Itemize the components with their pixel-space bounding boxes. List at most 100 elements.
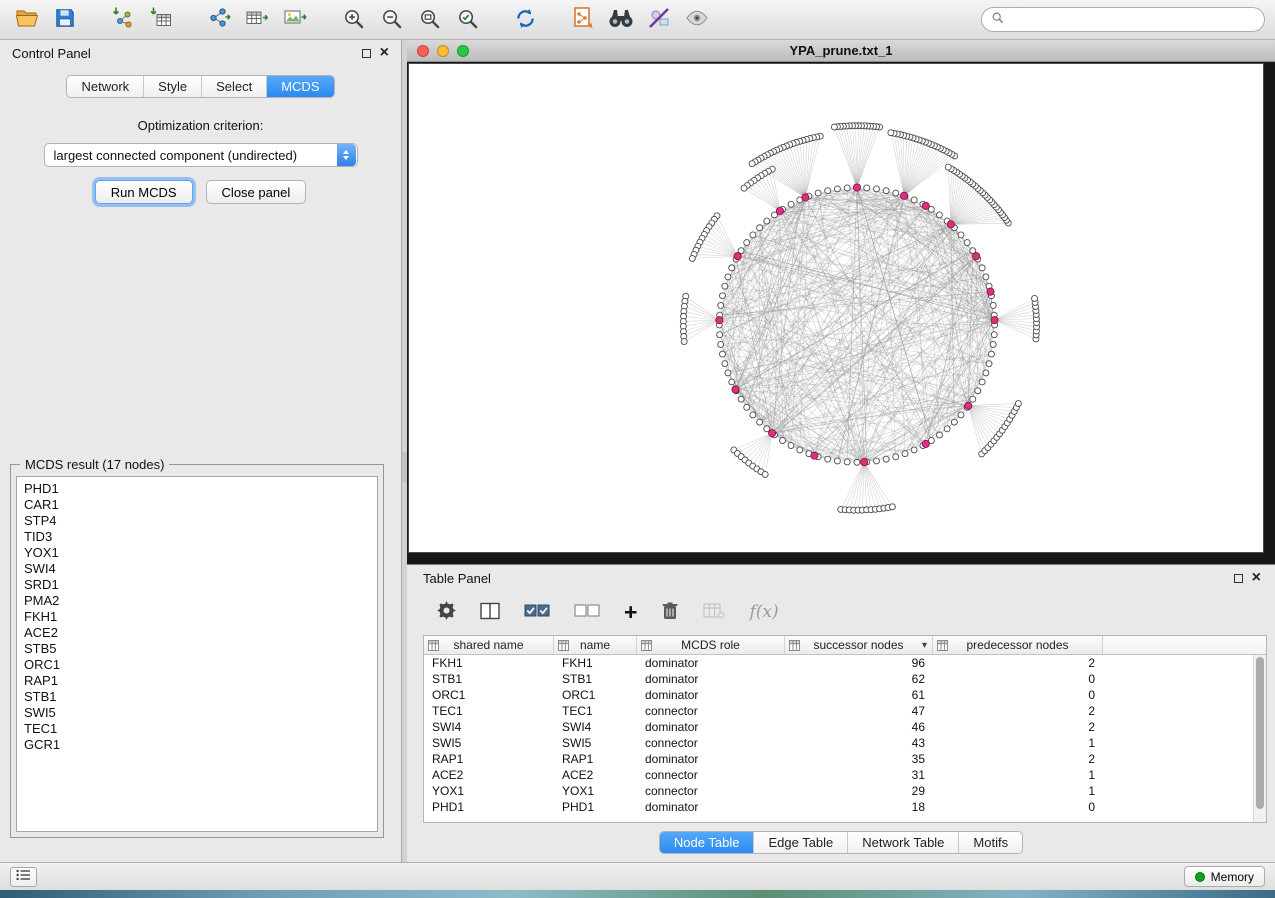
network-hub-node[interactable] bbox=[922, 202, 929, 209]
network-hub-node[interactable] bbox=[732, 386, 739, 393]
network-node[interactable] bbox=[815, 190, 821, 196]
network-node[interactable] bbox=[749, 161, 755, 167]
network-node[interactable] bbox=[788, 201, 794, 207]
network-node[interactable] bbox=[744, 240, 750, 246]
network-node[interactable] bbox=[911, 447, 917, 453]
tab-edge-table[interactable]: Edge Table bbox=[754, 832, 848, 853]
network-node[interactable] bbox=[722, 361, 728, 367]
mcds-result-item[interactable]: STP4 bbox=[24, 513, 377, 529]
network-node[interactable] bbox=[729, 379, 735, 385]
network-hub-node[interactable] bbox=[776, 207, 783, 214]
network-node[interactable] bbox=[725, 370, 731, 376]
mcds-result-item[interactable]: SRD1 bbox=[24, 577, 377, 593]
zoom-selected-button[interactable] bbox=[450, 5, 484, 35]
table-row[interactable]: STB1STB1dominator620 bbox=[424, 671, 1266, 687]
column-header-successor-nodes[interactable]: successor nodes▾ bbox=[785, 636, 933, 654]
close-panel-icon[interactable]: × bbox=[380, 47, 389, 59]
optimization-criterion-select[interactable]: largest connected component (undirected) bbox=[44, 143, 358, 167]
network-node[interactable] bbox=[825, 456, 831, 462]
column-header-shared-name[interactable]: shared name bbox=[424, 636, 554, 654]
network-hub-node[interactable] bbox=[861, 459, 868, 466]
network-hub-node[interactable] bbox=[853, 184, 860, 191]
mcds-result-item[interactable]: SWI4 bbox=[24, 561, 377, 577]
find-button[interactable] bbox=[604, 5, 638, 35]
network-node[interactable] bbox=[719, 351, 725, 357]
network-node[interactable] bbox=[741, 185, 747, 191]
network-node[interactable] bbox=[902, 451, 908, 457]
network-node[interactable] bbox=[844, 459, 850, 465]
tab-mcds[interactable]: MCDS bbox=[267, 76, 333, 97]
network-node[interactable] bbox=[825, 188, 831, 194]
table-row[interactable]: PHD1PHD1dominator180 bbox=[424, 799, 1266, 815]
add-row-button[interactable]: + bbox=[624, 602, 637, 622]
network-node[interactable] bbox=[762, 471, 768, 477]
network-node[interactable] bbox=[744, 404, 750, 410]
network-node[interactable] bbox=[911, 197, 917, 203]
open-file-button[interactable] bbox=[10, 5, 44, 35]
mcds-result-item[interactable]: TID3 bbox=[24, 529, 377, 545]
network-node[interactable] bbox=[750, 412, 756, 418]
function-builder-button[interactable]: f(x) bbox=[749, 602, 778, 622]
network-node[interactable] bbox=[797, 447, 803, 453]
mcds-result-item[interactable]: ORC1 bbox=[24, 657, 377, 673]
network-hub-node[interactable] bbox=[973, 253, 980, 260]
network-node[interactable] bbox=[1032, 295, 1038, 301]
table-row[interactable]: RAP1RAP1dominator352 bbox=[424, 751, 1266, 767]
network-hub-node[interactable] bbox=[947, 221, 954, 228]
mcds-result-item[interactable]: RAP1 bbox=[24, 673, 377, 689]
network-node[interactable] bbox=[990, 302, 996, 308]
table-row[interactable]: TEC1TEC1connector472 bbox=[424, 703, 1266, 719]
search-input[interactable] bbox=[1009, 13, 1255, 27]
network-node[interactable] bbox=[718, 341, 724, 347]
network-node[interactable] bbox=[975, 388, 981, 394]
network-node[interactable] bbox=[944, 426, 950, 432]
zoom-in-button[interactable] bbox=[336, 5, 370, 35]
network-node[interactable] bbox=[889, 504, 895, 510]
tab-style[interactable]: Style bbox=[144, 76, 202, 97]
network-node[interactable] bbox=[988, 351, 994, 357]
network-node[interactable] bbox=[757, 225, 763, 231]
network-node[interactable] bbox=[888, 130, 894, 136]
network-node[interactable] bbox=[764, 218, 770, 224]
show-columns-button[interactable] bbox=[480, 602, 500, 623]
network-node[interactable] bbox=[757, 419, 763, 425]
table-row[interactable]: YOX1YOX1connector291 bbox=[424, 783, 1266, 799]
network-node[interactable] bbox=[883, 456, 889, 462]
network-node[interactable] bbox=[991, 332, 997, 338]
close-table-panel-icon[interactable]: × bbox=[1252, 572, 1261, 584]
network-node[interactable] bbox=[718, 302, 724, 308]
delete-table-button[interactable] bbox=[703, 602, 725, 623]
traffic-light-close-icon[interactable] bbox=[417, 45, 429, 57]
network-node[interactable] bbox=[970, 396, 976, 402]
network-node[interactable] bbox=[986, 361, 992, 367]
network-node[interactable] bbox=[681, 339, 687, 345]
mcds-result-item[interactable]: STB1 bbox=[24, 689, 377, 705]
column-header-predecessor-nodes[interactable]: predecessor nodes bbox=[933, 636, 1103, 654]
memory-button[interactable]: Memory bbox=[1184, 866, 1265, 887]
refresh-button[interactable] bbox=[508, 5, 542, 35]
network-node[interactable] bbox=[750, 232, 756, 238]
column-header-MCDS-role[interactable]: MCDS role bbox=[637, 636, 785, 654]
delete-row-button[interactable] bbox=[661, 601, 679, 624]
tab-network-table[interactable]: Network Table bbox=[848, 832, 959, 853]
network-node[interactable] bbox=[874, 186, 880, 192]
network-node[interactable] bbox=[854, 459, 860, 465]
mcds-result-item[interactable]: FKH1 bbox=[24, 609, 377, 625]
network-node[interactable] bbox=[1015, 401, 1021, 407]
network-node[interactable] bbox=[983, 370, 989, 376]
mcds-result-item[interactable]: TEC1 bbox=[24, 721, 377, 737]
network-node[interactable] bbox=[729, 265, 735, 271]
network-hub-node[interactable] bbox=[716, 317, 723, 324]
network-canvas[interactable] bbox=[408, 63, 1264, 553]
export-network-button[interactable] bbox=[202, 5, 236, 35]
import-network-button[interactable] bbox=[106, 5, 140, 35]
table-settings-button[interactable] bbox=[437, 601, 456, 623]
tab-select[interactable]: Select bbox=[202, 76, 267, 97]
network-hub-node[interactable] bbox=[802, 194, 809, 201]
search-box[interactable] bbox=[981, 7, 1265, 32]
network-hub-node[interactable] bbox=[900, 192, 907, 199]
mcds-result-item[interactable]: SWI5 bbox=[24, 705, 377, 721]
network-node[interactable] bbox=[719, 293, 725, 299]
export-table-button[interactable] bbox=[240, 5, 274, 35]
mcds-result-item[interactable]: STB5 bbox=[24, 641, 377, 657]
